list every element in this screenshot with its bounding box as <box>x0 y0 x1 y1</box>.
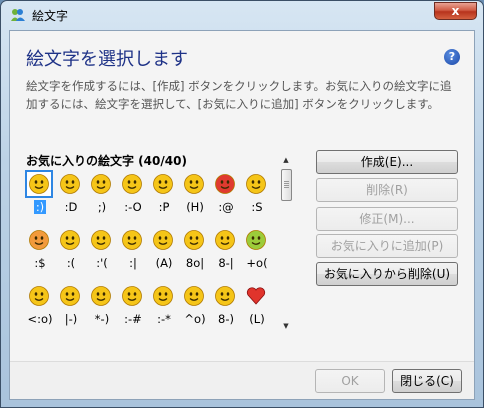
help-icon[interactable]: ? <box>444 49 460 65</box>
scroll-down-arrow-icon[interactable]: ▼ <box>281 321 291 331</box>
emoticon-shortcut: (H) <box>186 200 204 214</box>
emoticon-item[interactable]: (L) <box>241 281 273 329</box>
emoticon-item[interactable]: ^o) <box>179 281 211 329</box>
sick-face-icon <box>244 228 268 252</box>
emoticon-item[interactable]: (A) <box>148 225 180 273</box>
emoticon-shortcut: 8-) <box>218 312 234 326</box>
emoticon-shortcut: :D <box>64 200 78 214</box>
tongue-face-icon <box>151 172 175 196</box>
emoticon-shortcut: 8-| <box>218 256 234 270</box>
remove-from-favorites-button[interactable]: お気に入りから削除(U) <box>316 262 458 286</box>
emoticon-item[interactable]: :( <box>55 225 87 273</box>
emoticon-shortcut: :'( <box>96 256 108 270</box>
secret-face-icon <box>151 284 175 308</box>
dialog-body: 絵文字を選択します ? 絵文字を作成するには、[作成] ボタンをクリックします。… <box>9 30 475 400</box>
page-title: 絵文字を選択します <box>26 49 188 70</box>
scroll-thumb[interactable] <box>281 169 292 201</box>
favorites-label: お気に入りの絵文字 (40/40) <box>26 154 187 168</box>
emoticon-shortcut: :-# <box>124 312 142 326</box>
emoticon-shortcut: *-) <box>94 312 110 326</box>
surprised-face-icon <box>120 172 144 196</box>
title-bar[interactable]: 絵文字 x <box>1 1 483 29</box>
emoticon-shortcut: :| <box>129 256 137 270</box>
big-grin-face-icon <box>58 172 82 196</box>
baring-teeth-face-icon <box>182 228 206 252</box>
emoticon-shortcut: :( <box>66 256 76 270</box>
emoticon-item[interactable]: *-) <box>86 281 118 329</box>
emoticon-item[interactable]: <:o) <box>24 281 56 329</box>
close-window-button[interactable]: x <box>434 2 477 20</box>
sleepy-face-icon <box>58 284 82 308</box>
emoticon-shortcut: |-) <box>64 312 78 326</box>
emoticon-shortcut: :-O <box>124 200 142 214</box>
emoticon-item[interactable]: :D <box>55 169 87 217</box>
window-title: 絵文字 <box>32 9 69 23</box>
emoticon-item[interactable]: |-) <box>55 281 87 329</box>
create-button[interactable]: 作成(E)... <box>316 150 458 174</box>
emoticon-shortcut: :-* <box>157 312 171 326</box>
emoticon-item[interactable]: 8-| <box>210 225 242 273</box>
dialog-footer: OK 閉じる(C) <box>10 361 474 399</box>
favorite-emoticons-grid: :) :D;) :-O :P (H) :@ :S :$ :( :'( :| (A) 8o| 8-| +o( <… <box>24 169 279 331</box>
dont-tell-face-icon <box>120 284 144 308</box>
emoticon-item[interactable]: :P <box>148 169 180 217</box>
confused-face-icon <box>244 172 268 196</box>
emoticon-item[interactable]: ;) <box>86 169 118 217</box>
emoticon-shortcut: ;) <box>97 200 107 214</box>
messenger-app-icon <box>10 8 26 22</box>
emoticon-item[interactable]: :$ <box>24 225 56 273</box>
emoticon-item[interactable]: :S <box>241 169 273 217</box>
wink-face-icon <box>89 172 113 196</box>
emoticon-shortcut: ^o) <box>184 312 206 326</box>
help-icon-glyph: ? <box>448 50 456 63</box>
emoticon-item[interactable]: :-* <box>148 281 180 329</box>
emoticon-item[interactable]: :) <box>24 169 56 217</box>
angry-face-icon <box>213 172 237 196</box>
thinking-face-icon <box>89 284 113 308</box>
ok-button[interactable]: OK <box>315 369 385 393</box>
emoticon-shortcut: (L) <box>249 312 265 326</box>
instructions-text: 絵文字を作成するには、[作成] ボタンをクリックします。お気に入りの絵文字に追加… <box>26 79 452 111</box>
disappointed-face-icon <box>120 228 144 252</box>
emoticon-shortcut: 8o| <box>185 256 205 270</box>
scroll-up-arrow-icon[interactable]: ▲ <box>281 155 291 165</box>
sunglasses-face-icon <box>182 172 206 196</box>
party-face-icon <box>27 284 51 308</box>
eye-rolling-face-icon <box>213 284 237 308</box>
emoticon-item[interactable]: :'( <box>86 225 118 273</box>
add-to-favorites-button[interactable]: お気に入りに追加(P) <box>316 234 458 258</box>
emoticon-item[interactable]: :| <box>117 225 149 273</box>
emoticon-item[interactable]: +o( <box>241 225 273 273</box>
crying-face-icon <box>89 228 113 252</box>
emoticon-item[interactable]: :@ <box>210 169 242 217</box>
emoticon-item[interactable]: 8-) <box>210 281 242 329</box>
emoticon-shortcut: (A) <box>155 256 173 270</box>
close-icon: x <box>451 4 460 18</box>
red-heart-icon <box>244 284 268 308</box>
close-button[interactable]: 閉じる(C) <box>392 369 462 393</box>
smile-face-icon <box>25 170 53 198</box>
emoticon-item[interactable]: :-# <box>117 281 149 329</box>
angel-face-icon <box>151 228 175 252</box>
edit-button[interactable]: 修正(M)... <box>316 207 458 231</box>
emoticon-item[interactable]: :-O <box>117 169 149 217</box>
emoticon-shortcut: :P <box>158 200 170 214</box>
sarcastic-face-icon <box>182 284 206 308</box>
emoticon-item[interactable]: 8o| <box>179 225 211 273</box>
grid-scrollbar[interactable]: ▲ ▼ <box>280 155 292 331</box>
nerd-face-icon <box>213 228 237 252</box>
delete-button[interactable]: 削除(R) <box>316 178 458 202</box>
emoticon-shortcut: +o( <box>246 256 268 270</box>
emoticon-shortcut: <:o) <box>27 312 53 326</box>
emoticon-item[interactable]: (H) <box>179 169 211 217</box>
emoticon-shortcut: :S <box>251 200 263 214</box>
emoticon-dialog-window: 絵文字 x 絵文字を選択します ? 絵文字を作成するには、[作成] ボタンをクリ… <box>0 0 484 408</box>
emoticon-shortcut: :@ <box>218 200 234 214</box>
embarrassed-face-icon <box>27 228 51 252</box>
sad-face-icon <box>58 228 82 252</box>
emoticon-shortcut: :$ <box>34 256 46 270</box>
emoticon-shortcut: :) <box>33 200 47 214</box>
